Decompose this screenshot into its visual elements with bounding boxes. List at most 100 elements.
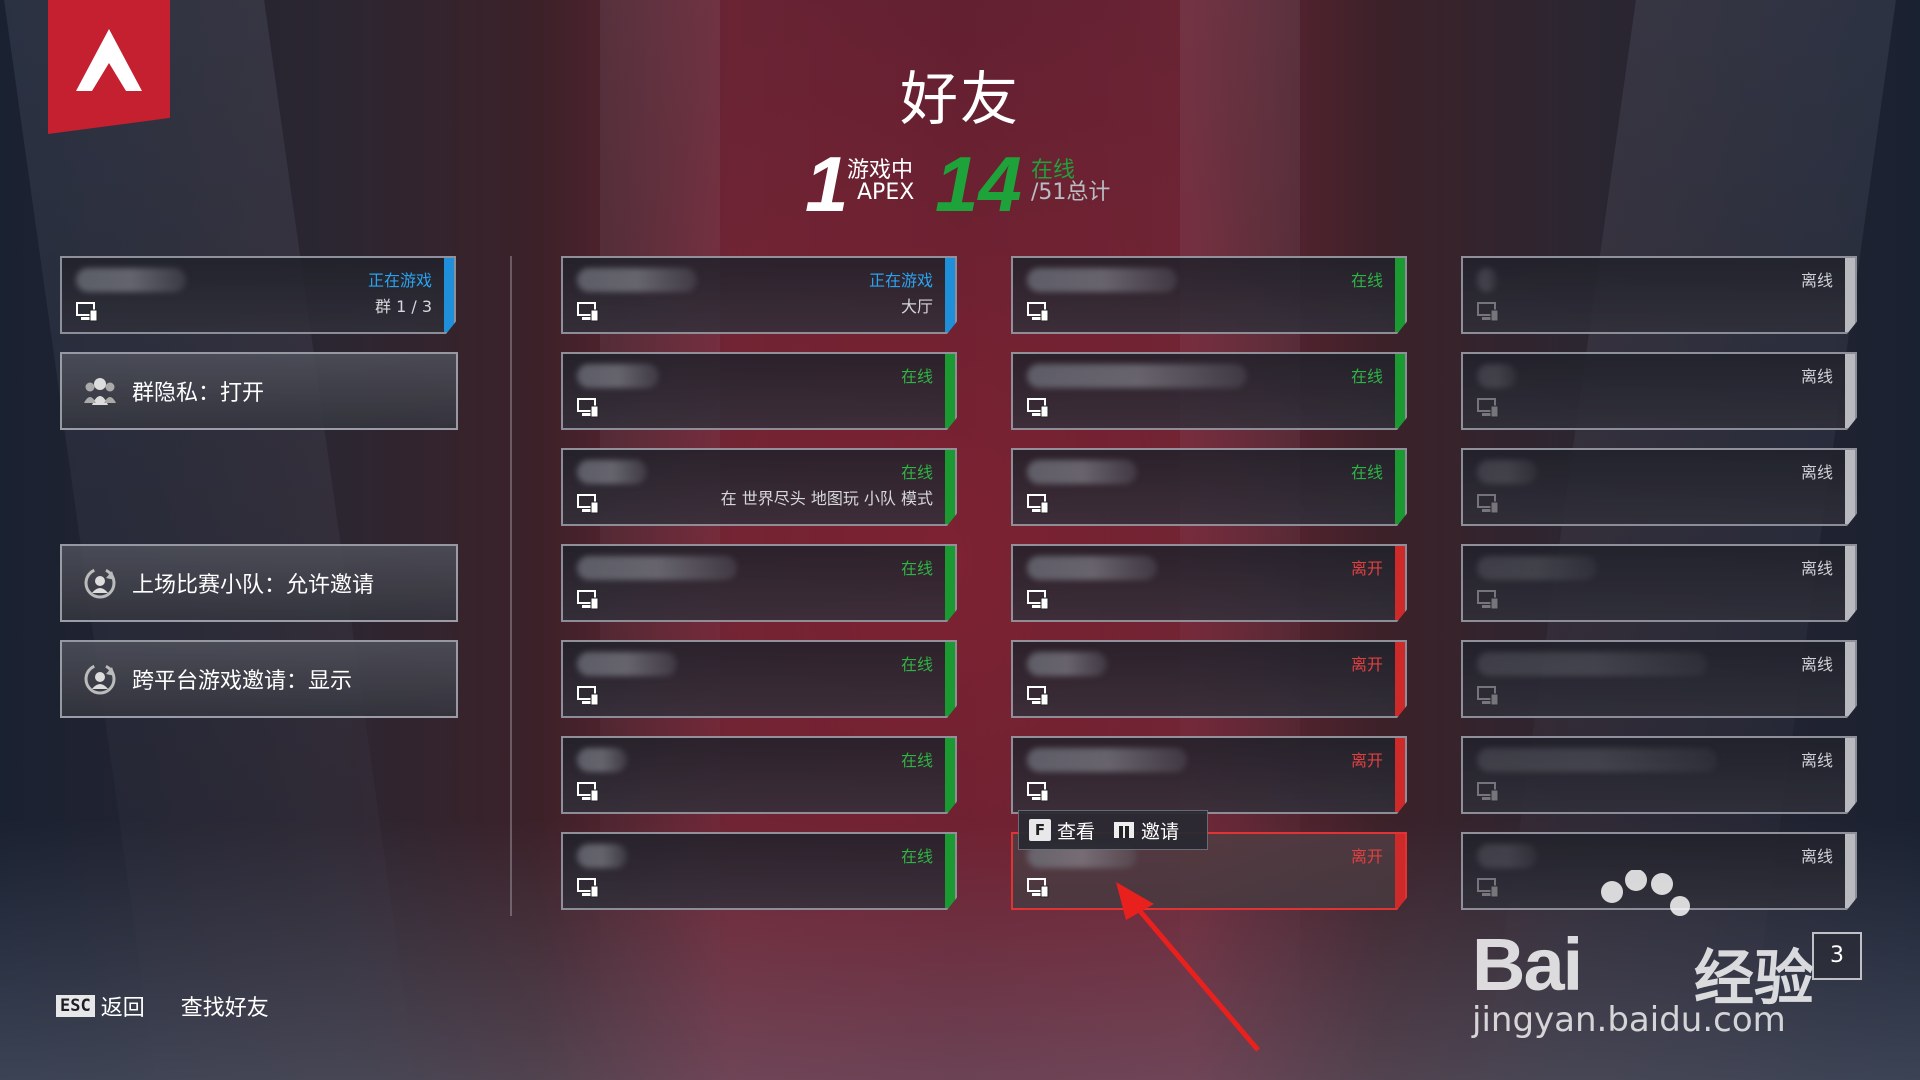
- crossplay-invites-label: 跨平台游戏邀请：显示: [132, 669, 353, 694]
- pc-platform-icon: [577, 878, 599, 898]
- friend-card[interactable]: 在线: [1011, 352, 1407, 430]
- status-bar: [1845, 546, 1855, 620]
- status-bar: [1845, 354, 1855, 428]
- player-name-blurred: [577, 844, 627, 868]
- player-name-blurred: [1477, 556, 1597, 580]
- friend-card[interactable]: 在线在 世界尽头 地图玩 小队 模式: [561, 448, 957, 526]
- pc-platform-icon: [577, 398, 599, 418]
- friend-card[interactable]: 离开: [1011, 640, 1407, 718]
- pc-platform-icon: [1477, 590, 1499, 610]
- friend-stats: 1 游戏中 APEX 14 在线 /51总计: [805, 140, 1225, 224]
- total-label: /51总计: [1031, 180, 1111, 205]
- status-bar: [1395, 450, 1405, 524]
- friend-status: 离开: [1350, 847, 1383, 866]
- friend-card[interactable]: 离线: [1461, 256, 1857, 334]
- status-bar: [945, 834, 955, 908]
- pc-platform-icon: [1027, 494, 1049, 514]
- friend-status: 在线: [900, 751, 933, 770]
- status-bar: [1395, 642, 1405, 716]
- player-name-blurred: [577, 364, 659, 388]
- invite-icon: [1114, 822, 1135, 838]
- fill-teams-button[interactable]: 上场比赛小队：允许邀请: [60, 544, 458, 622]
- friend-status: 离线: [1800, 367, 1833, 386]
- footer-bar: ESC 返回 查找好友: [56, 990, 269, 1022]
- page-title: 好友: [899, 65, 1020, 133]
- in-game-sub: APEX: [857, 180, 915, 205]
- pc-platform-icon: [1027, 878, 1049, 898]
- pc-platform-icon: [1027, 590, 1049, 610]
- pc-platform-icon: [1477, 686, 1499, 706]
- online-count: 14: [935, 140, 1022, 228]
- party-card[interactable]: 正在游戏 群 1 / 3: [60, 256, 456, 334]
- paw-icon: [1601, 870, 1690, 916]
- pc-platform-icon: [577, 686, 599, 706]
- friend-card[interactable]: 在线: [561, 736, 957, 814]
- friend-card[interactable]: 在线: [561, 832, 957, 910]
- player-name-blurred: [1477, 268, 1497, 292]
- status-bar: [1395, 354, 1405, 428]
- friend-status: 离线: [1800, 463, 1833, 482]
- player-name-blurred: [1477, 652, 1707, 676]
- status-bar: [1845, 642, 1855, 716]
- friend-status: 离线: [1800, 271, 1833, 290]
- pc-platform-icon: [577, 494, 599, 514]
- party-status: 正在游戏: [367, 271, 432, 290]
- back-button[interactable]: 返回: [101, 990, 145, 1022]
- friend-card[interactable]: 离线: [1461, 640, 1857, 718]
- background-shaft: [4, 0, 416, 1080]
- friend-status: 正在游戏: [868, 271, 933, 290]
- player-name-blurred: [1477, 844, 1537, 868]
- player-name-blurred: [577, 748, 627, 772]
- background-shaft: [600, 0, 720, 1080]
- friend-status: 离开: [1350, 559, 1383, 578]
- friend-card[interactable]: 在线: [561, 544, 957, 622]
- crossplay-invites-button[interactable]: 跨平台游戏邀请：显示: [60, 640, 458, 718]
- invite-action[interactable]: 邀请: [1141, 817, 1179, 844]
- in-game-label: 游戏中: [847, 158, 914, 183]
- status-bar: [945, 642, 955, 716]
- friend-card[interactable]: 离开: [1011, 736, 1407, 814]
- party-count: 群 1 / 3: [374, 297, 432, 316]
- friend-status: 离开: [1350, 655, 1383, 674]
- status-bar: [945, 546, 955, 620]
- status-bar: [1845, 738, 1855, 812]
- party-icon: [84, 378, 116, 405]
- friend-card[interactable]: 离线: [1461, 736, 1857, 814]
- party-privacy-button[interactable]: 群隐私：打开: [60, 352, 458, 430]
- friend-status: 在线: [900, 847, 933, 866]
- pc-platform-icon: [1477, 494, 1499, 514]
- pc-platform-icon: [1027, 398, 1049, 418]
- pc-platform-icon: [1477, 302, 1499, 322]
- refresh-icon: [84, 663, 116, 695]
- pc-platform-icon: [577, 590, 599, 610]
- player-name-blurred: [1027, 460, 1137, 484]
- watermark-brand: Bai: [1472, 923, 1583, 1006]
- player-name-blurred: [577, 460, 647, 484]
- friend-card[interactable]: 离开: [1011, 544, 1407, 622]
- pc-platform-icon: [577, 782, 599, 802]
- view-action[interactable]: 查看: [1057, 817, 1095, 844]
- friend-card[interactable]: 离线: [1461, 448, 1857, 526]
- esc-key: ESC: [56, 995, 95, 1017]
- player-name-blurred: [1027, 268, 1177, 292]
- friend-card[interactable]: 在线: [1011, 448, 1407, 526]
- status-bar: [945, 354, 955, 428]
- player-name-blurred: [577, 268, 697, 292]
- find-friend-button[interactable]: 查找好友: [181, 990, 269, 1022]
- friend-card[interactable]: 在线: [1011, 256, 1407, 334]
- player-name-blurred: [76, 268, 186, 292]
- pc-platform-icon: [1027, 782, 1049, 802]
- friend-card[interactable]: 在线: [561, 640, 957, 718]
- friend-card[interactable]: 离线: [1461, 544, 1857, 622]
- fill-teams-label: 上场比赛小队：允许邀请: [132, 573, 375, 598]
- friend-card[interactable]: 正在游戏大厅: [561, 256, 957, 334]
- player-name-blurred: [577, 652, 677, 676]
- pc-platform-icon: [1477, 782, 1499, 802]
- friend-activity: 大厅: [900, 297, 933, 316]
- status-bar: [945, 258, 955, 332]
- player-name-blurred: [577, 556, 737, 580]
- page-indicator: 3: [1812, 932, 1862, 980]
- friend-card[interactable]: 在线: [561, 352, 957, 430]
- friend-card[interactable]: 离线: [1461, 352, 1857, 430]
- friend-status: 离线: [1800, 655, 1833, 674]
